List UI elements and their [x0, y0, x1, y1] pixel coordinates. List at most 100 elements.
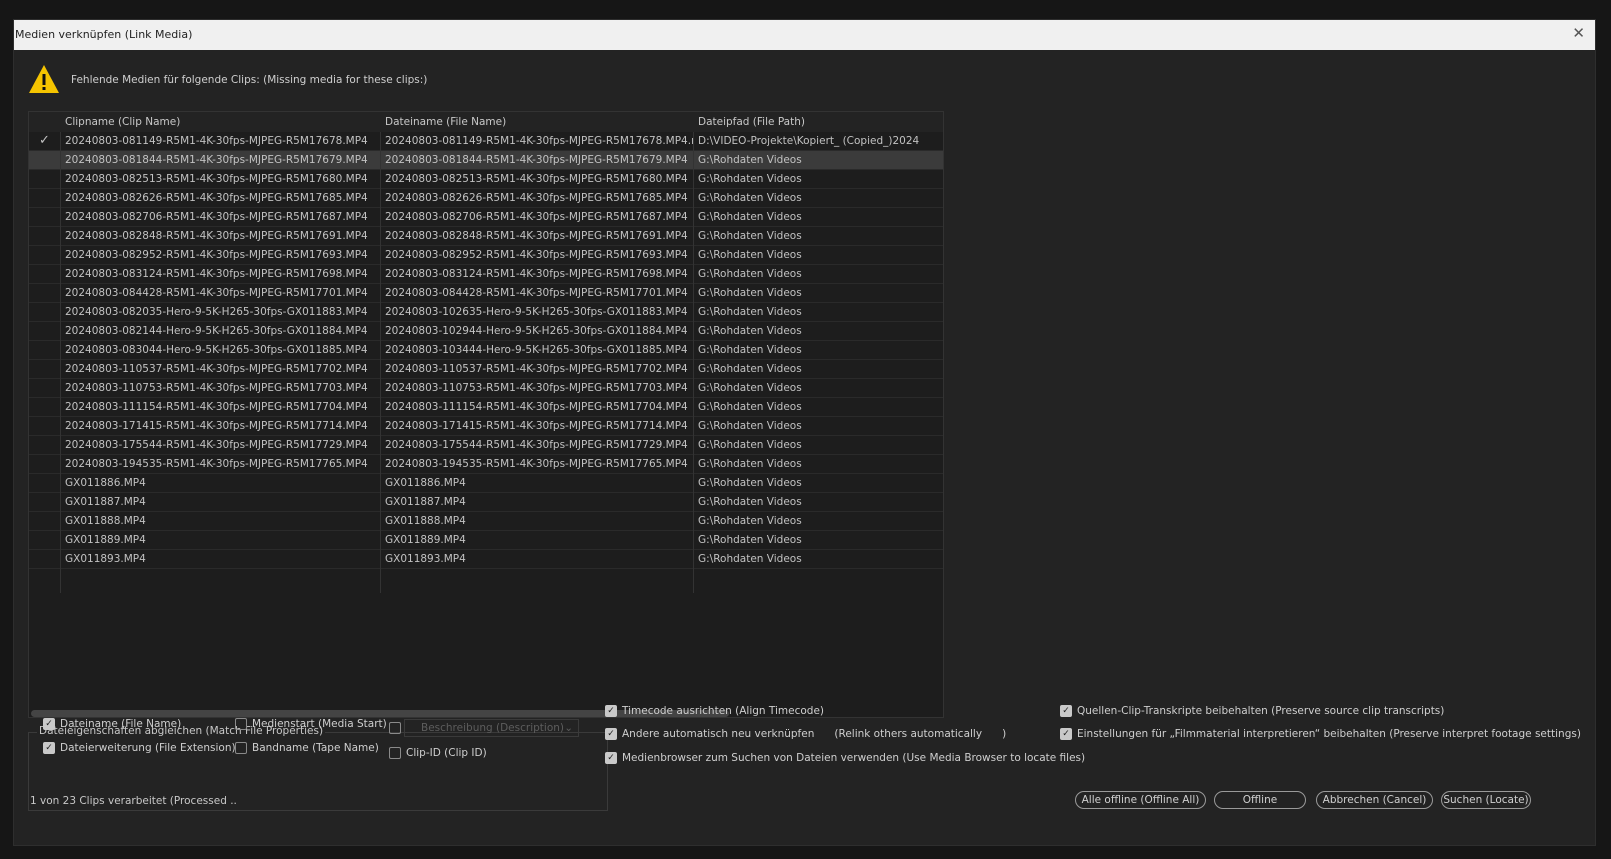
table-row[interactable]: 20240803-084428-R5M1-4K-30fps-MJPEG-R5M1… [29, 284, 943, 303]
match-media-start-checkbox[interactable]: Medienstart (Media Start) [235, 718, 387, 730]
dialog-titlebar: Medien verknüpfen (Link Media) ✕ [14, 20, 1595, 50]
match-tape-name-checkbox[interactable]: Bandname (Tape Name) [235, 742, 379, 754]
match-tape-name-label: Bandname (Tape Name) [252, 742, 379, 754]
file-path-cell: G:\Rohdaten Videos [698, 363, 802, 375]
file-path-cell: G:\Rohdaten Videos [698, 553, 802, 565]
file-path-cell: G:\Rohdaten Videos [698, 230, 802, 242]
checkbox-icon [235, 718, 247, 730]
table-row[interactable]: 20240803-110537-R5M1-4K-30fps-MJPEG-R5M1… [29, 360, 943, 379]
clip-name-cell: 20240803-082144-Hero-9-5K-H265-30fps-GX0… [65, 325, 368, 337]
file-name-cell: 20240803-171415-R5M1-4K-30fps-MJPEG-R5M1… [385, 420, 688, 432]
table-row[interactable]: 20240803-082952-R5M1-4K-30fps-MJPEG-R5M1… [29, 246, 943, 265]
clip-name-cell: 20240803-082706-R5M1-4K-30fps-MJPEG-R5M1… [65, 211, 368, 223]
link-media-dialog: Medien verknüpfen (Link Media) ✕ Fehlend… [13, 19, 1596, 846]
file-name-cell: 20240803-082513-R5M1-4K-30fps-MJPEG-R5M1… [385, 173, 688, 185]
clip-name-cell: 20240803-083044-Hero-9-5K-H265-30fps-GX0… [65, 344, 368, 356]
file-path-cell: G:\Rohdaten Videos [698, 306, 802, 318]
table-row[interactable]: 20240803-194535-R5M1-4K-30fps-MJPEG-R5M1… [29, 455, 943, 474]
file-path-cell: G:\Rohdaten Videos [698, 287, 802, 299]
locate-button[interactable]: Suchen (Locate) [1441, 791, 1531, 809]
checkbox-icon: ✓ [1060, 705, 1072, 717]
table-row[interactable]: 20240803-083044-Hero-9-5K-H265-30fps-GX0… [29, 341, 943, 360]
file-path-cell: G:\Rohdaten Videos [698, 173, 802, 185]
file-name-cell: GX011888.MP4 [385, 515, 466, 527]
file-name-cell: 20240803-111154-R5M1-4K-30fps-MJPEG-R5M1… [385, 401, 688, 413]
file-name-cell: 20240803-110753-R5M1-4K-30fps-MJPEG-R5M1… [385, 382, 688, 394]
clip-name-cell: 20240803-110753-R5M1-4K-30fps-MJPEG-R5M1… [65, 382, 368, 394]
table-row[interactable]: 20240803-171415-R5M1-4K-30fps-MJPEG-R5M1… [29, 417, 943, 436]
clip-name-cell: 20240803-110537-R5M1-4K-30fps-MJPEG-R5M1… [65, 363, 368, 375]
missing-clips-table: Clipname (Clip Name) Dateiname (File Nam… [28, 111, 944, 718]
table-body: ✓ 20240803-081149-R5M1-4K-30fps-MJPEG-R5M… [29, 132, 943, 569]
file-path-cell: G:\Rohdaten Videos [698, 439, 802, 451]
cancel-button[interactable]: Abbrechen (Cancel) [1316, 791, 1433, 809]
table-row[interactable]: 20240803-111154-R5M1-4K-30fps-MJPEG-R5M1… [29, 398, 943, 417]
table-row[interactable]: GX011887.MP4 GX011887.MP4 G:\Rohdaten Vide… [29, 493, 943, 512]
table-row[interactable]: GX011893.MP4 GX011893.MP4 G:\Rohdaten Vide… [29, 550, 943, 569]
offline-all-button[interactable]: Alle offline (Offline All) [1075, 791, 1206, 809]
preserve-interpret-checkbox[interactable]: ✓ Einstellungen für „Filmmaterial interp… [1060, 728, 1581, 740]
column-header-file-name[interactable]: Dateiname (File Name) [385, 116, 506, 128]
column-header-clip-name[interactable]: Clipname (Clip Name) [65, 116, 180, 128]
file-name-cell: GX011893.MP4 [385, 553, 466, 565]
media-browser-checkbox[interactable]: ✓ Medienbrowser zum Suchen von Dateien v… [605, 752, 1085, 764]
table-row[interactable]: 20240803-082626-R5M1-4K-30fps-MJPEG-R5M1… [29, 189, 943, 208]
file-path-cell: G:\Rohdaten Videos [698, 515, 802, 527]
file-name-cell: 20240803-102635-Hero-9-5K-H265-30fps-GX0… [385, 306, 688, 318]
checkbox-icon [389, 747, 401, 759]
table-row[interactable]: 20240803-110753-R5M1-4K-30fps-MJPEG-R5M1… [29, 379, 943, 398]
offline-button[interactable]: Offline [1214, 791, 1306, 809]
table-row[interactable]: 20240803-083124-R5M1-4K-30fps-MJPEG-R5M1… [29, 265, 943, 284]
table-row[interactable]: GX011886.MP4 GX011886.MP4 G:\Rohdaten Vide… [29, 474, 943, 493]
file-path-cell: G:\Rohdaten Videos [698, 534, 802, 546]
align-timecode-checkbox[interactable]: ✓ Timecode ausrichten (Align Timecode) [605, 705, 824, 717]
match-file-extension-checkbox[interactable]: ✓ Dateierweiterung (File Extension) [43, 742, 236, 754]
table-row[interactable]: 20240803-175544-R5M1-4K-30fps-MJPEG-R5M1… [29, 436, 943, 455]
checkbox-icon [389, 722, 401, 734]
clip-name-cell: GX011889.MP4 [65, 534, 146, 546]
clip-name-cell: GX011893.MP4 [65, 553, 146, 565]
relink-others-checkbox[interactable]: ✓ Andere automatisch neu verknüpfen (Rel… [605, 728, 1006, 740]
column-divider [380, 132, 381, 593]
file-name-cell: 20240803-083124-R5M1-4K-30fps-MJPEG-R5M1… [385, 268, 688, 280]
file-name-cell: 20240803-081844-R5M1-4K-30fps-MJPEG-R5M1… [385, 154, 688, 166]
clip-name-cell: 20240803-171415-R5M1-4K-30fps-MJPEG-R5M1… [65, 420, 368, 432]
table-row[interactable]: 20240803-082144-Hero-9-5K-H265-30fps-GX0… [29, 322, 943, 341]
file-name-cell: 20240803-194535-R5M1-4K-30fps-MJPEG-R5M1… [385, 458, 688, 470]
file-path-cell: G:\Rohdaten Videos [698, 458, 802, 470]
file-name-cell: GX011886.MP4 [385, 477, 466, 489]
table-row[interactable]: 20240803-082848-R5M1-4K-30fps-MJPEG-R5M1… [29, 227, 943, 246]
match-file-name-label: Dateiname (File Name) [60, 718, 182, 730]
table-row[interactable]: 20240803-081844-R5M1-4K-30fps-MJPEG-R5M1… [29, 151, 943, 170]
clip-name-cell: 20240803-082513-R5M1-4K-30fps-MJPEG-R5M1… [65, 173, 368, 185]
file-path-cell: G:\Rohdaten Videos [698, 382, 802, 394]
file-path-cell: G:\Rohdaten Videos [698, 192, 802, 204]
clip-name-cell: 20240803-084428-R5M1-4K-30fps-MJPEG-R5M1… [65, 287, 368, 299]
file-path-cell: G:\Rohdaten Videos [698, 401, 802, 413]
match-media-start-label: Medienstart (Media Start) [252, 718, 387, 730]
table-row[interactable]: GX011889.MP4 GX011889.MP4 G:\Rohdaten Vide… [29, 531, 943, 550]
table-row[interactable]: 20240803-082706-R5M1-4K-30fps-MJPEG-R5M1… [29, 208, 943, 227]
clip-name-cell: 20240803-194535-R5M1-4K-30fps-MJPEG-R5M1… [65, 458, 368, 470]
match-clip-id-checkbox[interactable]: Clip-ID (Clip ID) [389, 747, 487, 759]
clip-name-cell: 20240803-083124-R5M1-4K-30fps-MJPEG-R5M1… [65, 268, 368, 280]
file-path-cell: G:\Rohdaten Videos [698, 477, 802, 489]
table-row[interactable]: GX011888.MP4 GX011888.MP4 G:\Rohdaten Vide… [29, 512, 943, 531]
file-name-cell: 20240803-103444-Hero-9-5K-H265-30fps-GX0… [385, 344, 688, 356]
match-file-name-checkbox[interactable]: ✓ Dateiname (File Name) [43, 718, 181, 730]
relinked-check-icon: ✓ [39, 133, 50, 148]
table-row[interactable]: 20240803-082035-Hero-9-5K-H265-30fps-GX0… [29, 303, 943, 322]
table-row[interactable]: ✓ 20240803-081149-R5M1-4K-30fps-MJPEG-R5M… [29, 132, 943, 151]
chevron-down-icon: ⌄ [564, 722, 573, 734]
table-header: Clipname (Clip Name) Dateiname (File Nam… [29, 112, 943, 132]
clip-name-cell: 20240803-175544-R5M1-4K-30fps-MJPEG-R5M1… [65, 439, 368, 451]
close-icon[interactable]: ✕ [1572, 24, 1585, 42]
column-header-file-path[interactable]: Dateipfad (File Path) [698, 116, 805, 128]
missing-media-message: Fehlende Medien für folgende Clips: (Mis… [71, 74, 428, 86]
description-dropdown-label: Beschreibung (Description) [421, 722, 564, 734]
checkbox-icon: ✓ [605, 728, 617, 740]
preserve-transcripts-checkbox[interactable]: ✓ Quellen-Clip-Transkripte beibehalten (… [1060, 705, 1444, 717]
file-path-cell: G:\Rohdaten Videos [698, 420, 802, 432]
table-row[interactable]: 20240803-082513-R5M1-4K-30fps-MJPEG-R5M1… [29, 170, 943, 189]
file-path-cell: G:\Rohdaten Videos [698, 154, 802, 166]
